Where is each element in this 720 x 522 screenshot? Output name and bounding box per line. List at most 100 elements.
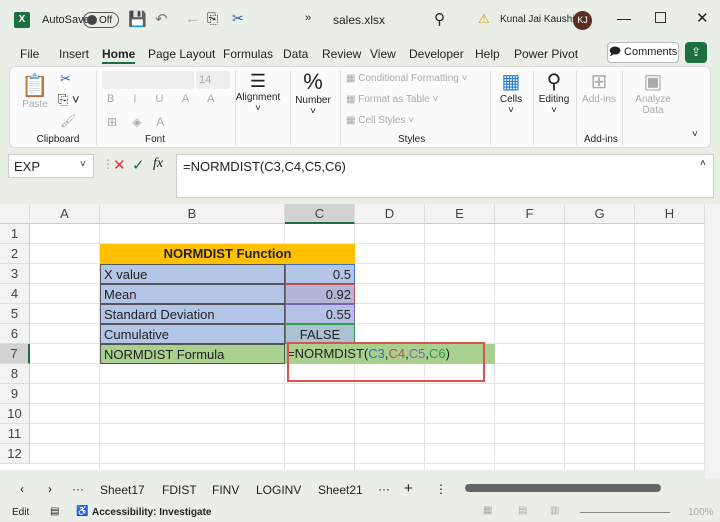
cells-button[interactable]: ▦ Cells ˅ [494, 69, 528, 116]
select-all[interactable] [0, 204, 30, 224]
label-cell[interactable]: Mean [100, 284, 285, 304]
column-header-C[interactable]: C [285, 204, 355, 224]
row-header-9[interactable]: 9 [0, 384, 30, 404]
row-header-1[interactable]: 1 [0, 224, 30, 244]
sheet-tab[interactable]: LOGINV [256, 483, 301, 497]
cut-icon[interactable]: ✂ [60, 71, 71, 87]
tab-file[interactable]: File [20, 47, 39, 61]
more-sheets-icon[interactable]: ··· [72, 482, 84, 496]
cell-styles-button[interactable]: ▦ Cell Styles ˅ [346, 115, 414, 126]
column-header-E[interactable]: E [425, 204, 495, 224]
options-icon[interactable]: ⋮ [435, 482, 447, 496]
column-header-A[interactable]: A [30, 204, 100, 224]
accessibility-status[interactable]: Accessibility: Investigate [92, 507, 212, 518]
share-button[interactable]: ⇪ [685, 42, 707, 63]
cut-icon[interactable]: ✂ [232, 10, 244, 27]
more-icon[interactable]: » [305, 12, 311, 24]
tab-view[interactable]: View [370, 47, 396, 61]
tab-power-pivot[interactable]: Power Pivot [514, 47, 578, 61]
normal-view-icon[interactable]: ▦ [483, 505, 492, 516]
page-layout-view-icon[interactable]: ▤ [518, 505, 527, 516]
row-header-7[interactable]: 7 [0, 344, 30, 364]
more-sheets-icon[interactable]: ··· [378, 482, 390, 496]
copy-icon[interactable]: ⎘ [207, 10, 218, 27]
column-header-B[interactable]: B [100, 204, 285, 224]
expand-formula-icon[interactable]: ˄ [700, 158, 706, 169]
format-as-table-button[interactable]: ▦ Format as Table ˅ [346, 94, 438, 105]
row-header-4[interactable]: 4 [0, 284, 30, 304]
sheet-tab[interactable]: FINV [212, 483, 239, 497]
enter-icon[interactable]: ✓ [132, 156, 145, 174]
table-header[interactable]: NORMDIST Function [100, 244, 355, 264]
value-cell[interactable]: 0.55 [285, 304, 355, 324]
paste-button[interactable]: 📋 Paste [20, 73, 50, 110]
close-icon[interactable]: ✕ [696, 9, 709, 27]
label-cell[interactable]: Cumulative [100, 324, 285, 344]
macro-icon[interactable]: ▤ [50, 506, 59, 517]
add-ins-button[interactable]: ⊞ Add-ins [580, 69, 618, 105]
sheet-tab[interactable]: Sheet21 [318, 483, 363, 497]
zoom-level[interactable]: 100% [688, 507, 714, 518]
sheet-tab[interactable]: Sheet17 [100, 483, 145, 497]
format-painter-icon[interactable]: 🖌 [60, 113, 77, 129]
column-header-F[interactable]: F [495, 204, 565, 224]
worksheet-grid[interactable]: A B C D E F G H 1 2 3 4 5 6 7 8 9 10 11 12 NORMDIST Function… [0, 204, 705, 470]
label-cell[interactable]: NORMDIST Formula [100, 344, 285, 364]
maximize-icon[interactable] [655, 12, 666, 23]
tab-review[interactable]: Review [322, 47, 361, 61]
tab-data[interactable]: Data [283, 47, 308, 61]
number-button[interactable]: % Number ˅ [293, 69, 333, 117]
tab-formulas[interactable]: Formulas [223, 47, 273, 61]
row-header-10[interactable]: 10 [0, 404, 30, 424]
label-cell[interactable]: Standard Deviation [100, 304, 285, 324]
copy-icon[interactable]: ⎘ ˅ [58, 92, 80, 108]
tab-home[interactable]: Home [102, 47, 136, 64]
page-break-view-icon[interactable]: ▥ [550, 505, 559, 516]
value-cell[interactable]: FALSE [285, 324, 355, 344]
conditional-formatting-button[interactable]: ▦ Conditional Formatting ˅ [346, 73, 467, 84]
save-icon[interactable]: 💾 [128, 10, 147, 28]
column-header-G[interactable]: G [565, 204, 635, 224]
tab-insert[interactable]: Insert [59, 47, 89, 61]
cancel-icon[interactable]: ✕ [113, 156, 126, 174]
tab-help[interactable]: Help [475, 47, 500, 61]
editing-button[interactable]: ⚲ Editing ˅ [536, 69, 572, 116]
comments-button[interactable]: 🗩 Comments [607, 42, 679, 63]
analyze-data-button[interactable]: ▣ Analyze Data [628, 69, 678, 116]
row-header-8[interactable]: 8 [0, 364, 30, 384]
collapse-ribbon-icon[interactable]: ˅ [692, 129, 698, 140]
label-cell[interactable]: X value [100, 264, 285, 284]
undo-icon[interactable]: ↶ [155, 10, 168, 28]
filename[interactable]: sales.xlsx [333, 13, 385, 27]
value-cell[interactable]: 0.5 [285, 264, 355, 284]
alignment-button[interactable]: ☰ Alignment ˅ [232, 71, 284, 114]
column-header-D[interactable]: D [355, 204, 425, 224]
font-format-buttons[interactable]: B I U A A [107, 93, 222, 105]
back-icon[interactable]: ← [185, 10, 200, 27]
row-header-12[interactable]: 12 [0, 444, 30, 464]
zoom-slider[interactable] [580, 512, 670, 513]
name-box-dropdown-icon[interactable]: ˅ [80, 159, 86, 170]
row-header-5[interactable]: 5 [0, 304, 30, 324]
tab-page-layout[interactable]: Page Layout [148, 47, 215, 61]
minimize-icon[interactable]: — [617, 10, 631, 26]
next-sheet-icon[interactable]: › [48, 482, 52, 496]
row-header-3[interactable]: 3 [0, 264, 30, 284]
row-header-2[interactable]: 2 [0, 244, 30, 264]
accessibility-icon[interactable]: ♿ [76, 506, 88, 517]
vertical-scrollbar[interactable] [705, 204, 720, 478]
row-header-6[interactable]: 6 [0, 324, 30, 344]
column-header-H[interactable]: H [635, 204, 705, 224]
insert-function-icon[interactable]: fx [153, 156, 163, 172]
font-name-select[interactable] [102, 71, 194, 89]
row-header-11[interactable]: 11 [0, 424, 30, 444]
autosave-toggle[interactable]: Off [83, 12, 119, 28]
add-sheet-icon[interactable]: + [404, 480, 413, 497]
value-cell[interactable]: 0.92 [285, 284, 355, 304]
tab-developer[interactable]: Developer [409, 47, 464, 61]
border-fill-color-buttons[interactable]: ⊞ ◈ A [107, 115, 170, 129]
search-icon[interactable]: ⚲ [434, 10, 445, 28]
formula-bar-input[interactable]: =NORMDIST(C3,C4,C5,C6) [176, 154, 714, 198]
horizontal-scrollbar[interactable] [455, 484, 700, 494]
font-size-select[interactable]: 14 [196, 71, 230, 89]
